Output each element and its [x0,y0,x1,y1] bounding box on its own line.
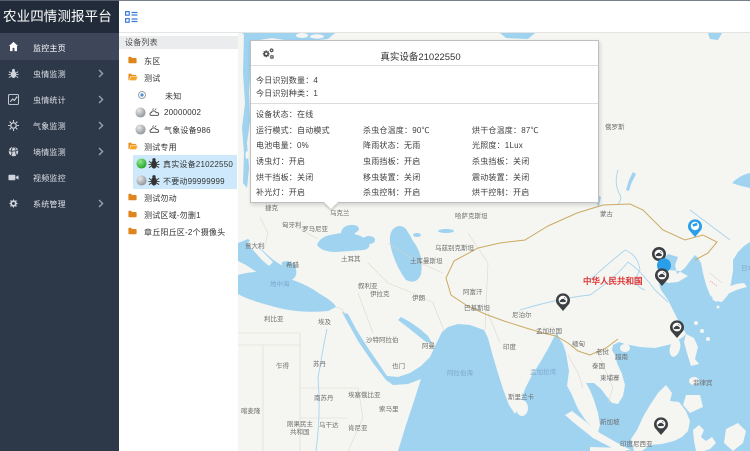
svg-text:共和国: 共和国 [290,427,310,436]
svg-text:缅甸: 缅甸 [572,339,585,348]
svg-text:也门: 也门 [392,361,405,370]
svg-text:蒙古: 蒙古 [600,209,614,218]
svg-text:越南: 越南 [615,352,629,361]
svg-text:肯尼亚: 肯尼亚 [348,423,368,432]
svg-text:伊拉克: 伊拉克 [370,289,390,298]
svg-text:南苏丹: 南苏丹 [314,393,334,402]
svg-text:阿拉伯海: 阿拉伯海 [447,368,474,377]
svg-text:苏丹: 苏丹 [313,359,327,368]
svg-text:乌克兰: 乌克兰 [330,208,350,217]
svg-text:孟加拉湾: 孟加拉湾 [530,367,557,376]
svg-text:希腊: 希腊 [286,260,300,269]
svg-text:新加坡: 新加坡 [600,417,620,426]
svg-text:利比亚: 利比亚 [264,314,284,323]
svg-text:乌干达: 乌干达 [319,420,339,429]
svg-text:乍得: 乍得 [276,361,290,370]
svg-text:捷克: 捷克 [265,203,279,212]
svg-text:中华人民共和国: 中华人民共和国 [583,276,643,286]
svg-text:孟加拉国: 孟加拉国 [536,326,562,335]
svg-text:伊朗: 伊朗 [412,293,425,302]
svg-text:土库曼斯坦: 土库曼斯坦 [410,256,443,265]
svg-text:哈萨克斯坦: 哈萨克斯坦 [455,211,488,220]
svg-text:阿富汗: 阿富汗 [463,287,483,296]
svg-text:刚果民主: 刚果民主 [287,419,314,428]
svg-text:索马里: 索马里 [379,404,399,413]
svg-text:埃及: 埃及 [318,317,332,326]
svg-text:尼泊尔: 尼泊尔 [512,310,532,319]
svg-text:菲律宾: 菲律宾 [693,378,713,387]
svg-text:斯里兰卡: 斯里兰卡 [508,392,535,401]
svg-text:叙利亚: 叙利亚 [358,281,378,290]
svg-text:沙特阿拉伯: 沙特阿拉伯 [366,335,399,344]
svg-text:匈牙利: 匈牙利 [282,220,302,229]
svg-text:土耳其: 土耳其 [341,254,361,263]
svg-text:俄罗斯: 俄罗斯 [605,122,625,131]
svg-text:老挝: 老挝 [596,347,610,356]
svg-text:罗马尼亚: 罗马尼亚 [302,225,329,233]
svg-text:日本海: 日本海 [741,263,750,272]
svg-text:印度: 印度 [503,342,517,351]
svg-text:泰国: 泰国 [592,361,605,370]
svg-text:喀麦隆: 喀麦隆 [241,406,261,415]
svg-text:乌兹别克斯坦: 乌兹别克斯坦 [435,243,475,252]
svg-text:印度尼西亚: 印度尼西亚 [620,439,653,448]
svg-text:意大利: 意大利 [245,241,265,250]
svg-text:巴基斯坦: 巴基斯坦 [464,303,491,312]
svg-text:地中海: 地中海 [270,279,290,288]
svg-text:埃塞俄比亚: 埃塞俄比亚 [348,390,381,399]
svg-text:柬埔寨: 柬埔寨 [600,373,620,382]
svg-text:阿曼: 阿曼 [422,341,436,350]
